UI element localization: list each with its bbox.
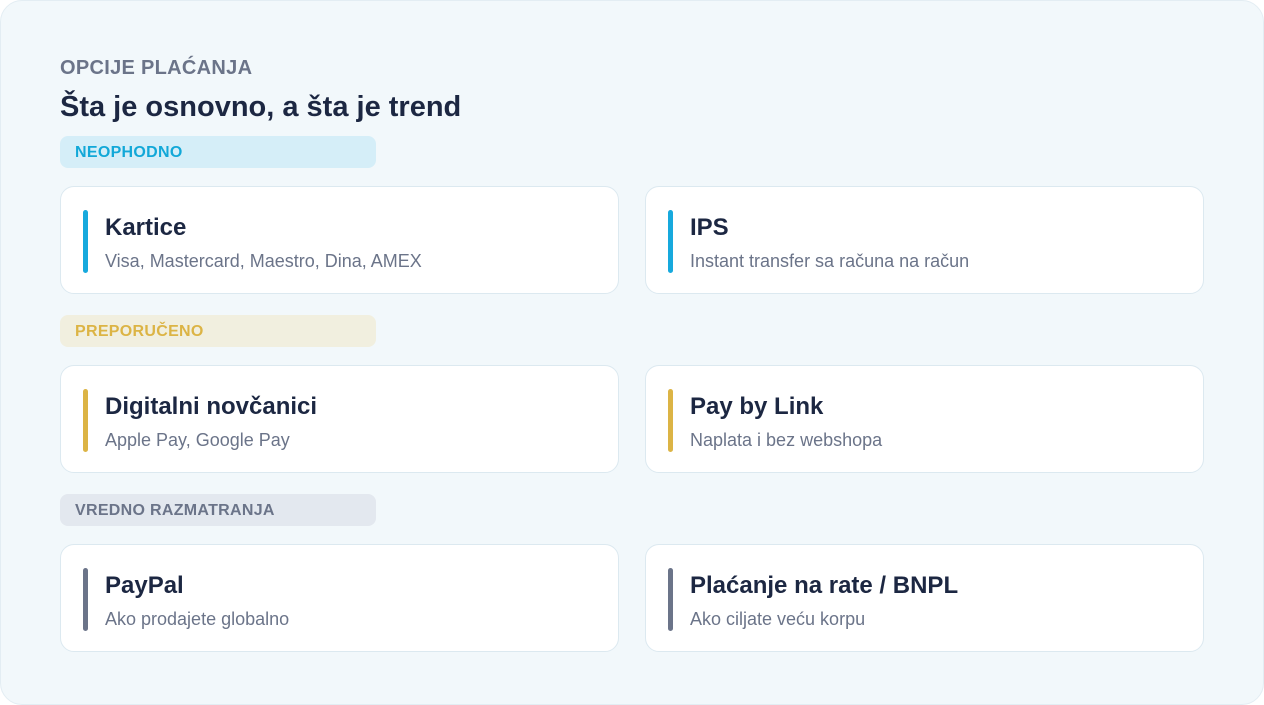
option-description: Instant transfer sa računa na račun <box>690 251 970 271</box>
option-card-bnpl: Plaćanje na rate / BNPL Ako ciljate veću… <box>645 544 1204 652</box>
option-description: Ako prodajete globalno <box>105 609 290 629</box>
option-title: Digitalni novčanici <box>105 393 318 420</box>
option-title: IPS <box>690 214 729 241</box>
accent-bar <box>668 568 673 631</box>
option-card-paypal: PayPal Ako prodajete globalno <box>60 544 619 652</box>
accent-bar <box>668 210 673 273</box>
option-card-pay-by-link: Pay by Link Naplata i bez webshopa <box>645 365 1204 473</box>
page-title: Šta je osnovno, a šta je trend <box>60 91 462 123</box>
option-description: Visa, Mastercard, Maestro, Dina, AMEX <box>105 251 422 271</box>
payment-options-panel: OPCIJE PLAĆANJA Šta je osnovno, a šta je… <box>0 0 1264 705</box>
category-badge-worth-considering: VREDNO RAZMATRANJA <box>60 494 376 526</box>
accent-bar <box>83 568 88 631</box>
option-title: Pay by Link <box>690 393 824 420</box>
accent-bar <box>83 389 88 452</box>
section-eyebrow: OPCIJE PLAĆANJA <box>60 57 253 79</box>
accent-bar <box>83 210 88 273</box>
option-title: Kartice <box>105 214 187 241</box>
option-card-digital-wallets: Digitalni novčanici Apple Pay, Google Pa… <box>60 365 619 473</box>
option-description: Naplata i bez webshopa <box>690 430 883 450</box>
option-description: Apple Pay, Google Pay <box>105 430 290 450</box>
accent-bar <box>668 389 673 452</box>
option-title: Plaćanje na rate / BNPL <box>690 572 959 599</box>
option-description: Ako ciljate veću korpu <box>690 609 866 629</box>
option-card-ips: IPS Instant transfer sa računa na račun <box>645 186 1204 294</box>
option-title: PayPal <box>105 572 184 599</box>
category-badge-recommended: PREPORUČENO <box>60 315 376 347</box>
option-card-cards: Kartice Visa, Mastercard, Maestro, Dina,… <box>60 186 619 294</box>
category-badge-essential: NEOPHODNO <box>60 136 376 168</box>
